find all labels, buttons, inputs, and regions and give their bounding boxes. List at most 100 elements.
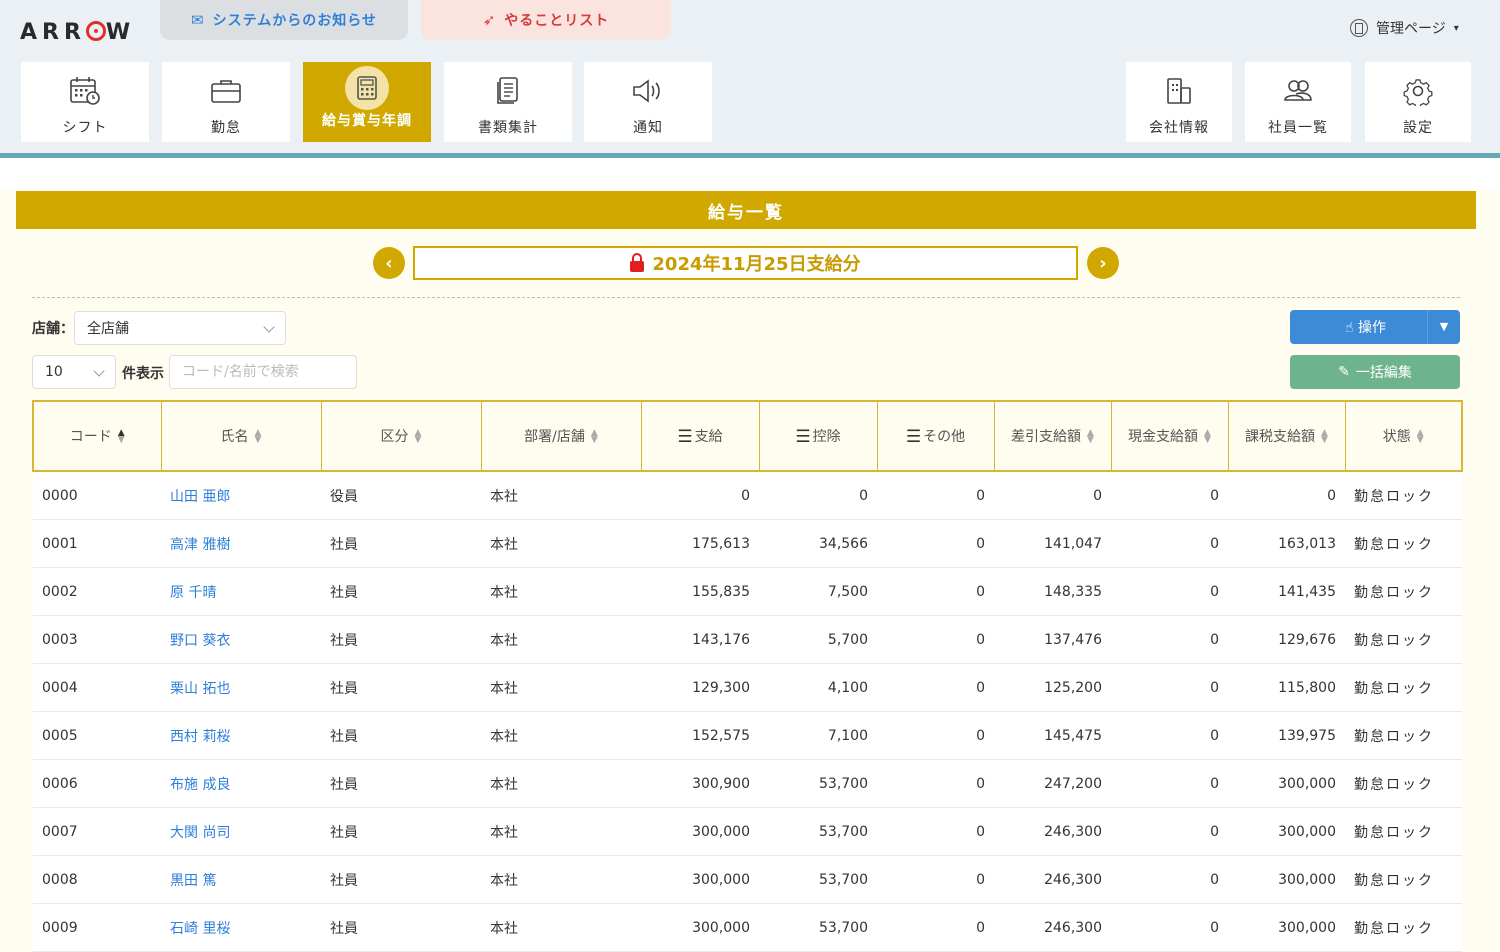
nav-payroll-label: 給与賞与年調 bbox=[322, 113, 412, 129]
cell-other: 0 bbox=[877, 711, 994, 760]
cell-code: 0009 bbox=[33, 903, 161, 952]
speaker-icon bbox=[631, 76, 665, 106]
operation-button[interactable]: ☝ 操作 ▼ bbox=[1290, 310, 1460, 344]
col-header-cash-pay[interactable]: 現金支給額 ▲ ▼ bbox=[1110, 400, 1229, 472]
nav-settings[interactable]: 設定 bbox=[1365, 62, 1471, 142]
admin-page-menu[interactable]: 管理ページ ▾ bbox=[1350, 16, 1459, 40]
col-header-category[interactable]: 区分 ▲ ▼ bbox=[320, 400, 482, 472]
cell-category: 役員 bbox=[321, 471, 481, 520]
cell-name[interactable]: 山田 亜郎 bbox=[161, 471, 321, 520]
table-row[interactable]: 0007 大関 尚司 社員 本社 300,000 53,700 0 246,300 0 300,0… bbox=[33, 807, 1462, 856]
payroll-table: コード ▲ ▼ 氏名 ▲ ▼ 区分 ▲ ▼ 部署/店舗 ▲ ▼ ☰ 支給 ☰ 控除 ☰ その他 差引支… bbox=[32, 400, 1463, 952]
sort-icon: ▲ ▼ bbox=[1416, 428, 1424, 445]
operation-button-main[interactable]: ☝ 操作 bbox=[1290, 317, 1427, 337]
cell-code: 0008 bbox=[33, 855, 161, 904]
table-row[interactable]: 0002 原 千晴 社員 本社 155,835 7,500 0 148,335 0 141,435… bbox=[33, 567, 1462, 616]
cell-payment: 129,300 bbox=[641, 663, 759, 712]
chevron-down-icon bbox=[93, 365, 105, 377]
cell-deduction: 4,100 bbox=[759, 663, 877, 712]
nav-attendance[interactable]: 勤怠 bbox=[162, 62, 290, 142]
col-header-payment[interactable]: ☰ 支給 bbox=[640, 400, 760, 472]
cell-payment: 300,000 bbox=[641, 903, 759, 952]
nav-documents[interactable]: 書類集計 bbox=[444, 62, 572, 142]
menu-icon: ☰ bbox=[905, 426, 922, 447]
cell-name[interactable]: 大関 尚司 bbox=[161, 807, 321, 856]
cell-code: 0002 bbox=[33, 567, 161, 616]
nav-employee-list[interactable]: 社員一覧 bbox=[1245, 62, 1351, 142]
sort-icon: ▲ ▼ bbox=[1087, 428, 1094, 445]
chevron-down-icon bbox=[263, 321, 275, 333]
cell-category: 社員 bbox=[321, 615, 481, 664]
page-length-select[interactable]: 10 bbox=[32, 355, 116, 389]
cell-payment: 152,575 bbox=[641, 711, 759, 760]
operation-button-label: 操作 bbox=[1357, 320, 1386, 336]
cell-name[interactable]: 黒田 篤 bbox=[161, 855, 321, 904]
cell-name[interactable]: 布施 成良 bbox=[161, 759, 321, 808]
arrow-logo[interactable]: ARR W bbox=[20, 14, 135, 52]
cell-code: 0004 bbox=[33, 663, 161, 712]
table-row[interactable]: 0004 栗山 拓也 社員 本社 129,300 4,100 0 125,200 0 115,80… bbox=[33, 663, 1462, 712]
col-header-code[interactable]: コード ▲ ▼ bbox=[32, 400, 162, 472]
cell-name[interactable]: 原 千晴 bbox=[161, 567, 321, 616]
search-input[interactable] bbox=[169, 355, 357, 389]
briefcase-icon bbox=[210, 76, 242, 106]
calculator-icon bbox=[345, 65, 389, 110]
table-row[interactable]: 0005 西村 莉桜 社員 本社 152,575 7,100 0 145,475 0 139,97… bbox=[33, 711, 1462, 760]
nav-documents-label: 書類集計 bbox=[478, 120, 538, 136]
nav-notification[interactable]: 通知 bbox=[584, 62, 712, 142]
store-filter-select[interactable]: 全店舗 bbox=[74, 311, 286, 345]
cell-cash-pay: 0 bbox=[1111, 759, 1228, 808]
col-header-other[interactable]: ☰ その他 bbox=[876, 400, 995, 472]
prev-period-button[interactable]: ‹ bbox=[373, 247, 405, 279]
col-header-deduction[interactable]: ☰ 控除 bbox=[758, 400, 878, 472]
col-header-taxable-pay[interactable]: 課税支給額 ▲ ▼ bbox=[1227, 400, 1346, 472]
table-row[interactable]: 0006 布施 成良 社員 本社 300,900 53,700 0 247,200 0 300,0… bbox=[33, 759, 1462, 808]
cell-cash-pay: 0 bbox=[1111, 807, 1228, 856]
table-row[interactable]: 0008 黒田 篤社員 本社 300,000 53,700 0 246,300 0 300,00… bbox=[33, 855, 1462, 904]
table-row[interactable]: 0001 高津 雅樹 社員 本社 175,613 34,566 0 141,047 0 163,0… bbox=[33, 519, 1462, 568]
table-row[interactable]: 0003 野口 葵衣 社員 本社 143,176 5,700 0 137,476 0 129,67… bbox=[33, 615, 1462, 664]
cell-code: 0000 bbox=[33, 471, 161, 520]
cell-payment: 300,000 bbox=[641, 807, 759, 856]
cell-payment: 0 bbox=[641, 471, 759, 520]
cell-name[interactable]: 栗山 拓也 bbox=[161, 663, 321, 712]
cell-name[interactable]: 石崎 里桜 bbox=[161, 903, 321, 952]
cell-name[interactable]: 高津 雅樹 bbox=[161, 519, 321, 568]
operation-dropdown-toggle[interactable]: ▼ bbox=[1427, 310, 1460, 344]
nav-shift[interactable]: シフト bbox=[21, 62, 149, 142]
cell-taxable-pay: 0 bbox=[1228, 471, 1345, 520]
cell-name[interactable]: 西村 莉桜 bbox=[161, 711, 321, 760]
pay-date-row: ‹ 2024年11月25日支給分 › bbox=[0, 246, 1500, 280]
cell-taxable-pay: 141,435 bbox=[1228, 567, 1345, 616]
cell-code: 0007 bbox=[33, 807, 161, 856]
admin-page-label: 管理ページ bbox=[1376, 21, 1446, 37]
col-header-net-pay-label: 差引支給額 bbox=[1011, 429, 1082, 445]
bulk-edit-button[interactable]: ✎ 一括編集 bbox=[1290, 355, 1460, 389]
cell-net-pay: 246,300 bbox=[994, 807, 1111, 856]
col-header-net-pay[interactable]: 差引支給額 ▲ ▼ bbox=[993, 400, 1112, 472]
document-icon bbox=[494, 76, 522, 106]
table-row[interactable]: 0000 山田 亜郎 役員 本社 0 0 0 0 0 0 勤怠ロック bbox=[33, 471, 1462, 520]
col-header-department[interactable]: 部署/店舗 ▲ ▼ bbox=[480, 400, 642, 472]
sort-asc-icon: ▲ ▼ bbox=[117, 428, 125, 445]
cell-name[interactable]: 野口 葵衣 bbox=[161, 615, 321, 664]
cell-deduction: 53,700 bbox=[759, 855, 877, 904]
target-icon bbox=[85, 21, 106, 41]
people-icon bbox=[1282, 76, 1314, 106]
next-period-button[interactable]: › bbox=[1087, 247, 1119, 279]
cell-net-pay: 246,300 bbox=[994, 855, 1111, 904]
cell-department: 本社 bbox=[481, 807, 641, 856]
system-notice-tab[interactable]: ✉ システムからのお知らせ bbox=[160, 0, 408, 40]
nav-payroll[interactable]: 給与賞与年調 bbox=[303, 62, 431, 142]
cell-taxable-pay: 139,975 bbox=[1228, 711, 1345, 760]
cell-deduction: 5,700 bbox=[759, 615, 877, 664]
todo-list-tab[interactable]: ➶ やることリスト bbox=[421, 0, 671, 40]
table-row[interactable]: 0009 石崎 里桜 社員 本社 300,000 53,700 0 246,300 0 300,0… bbox=[33, 903, 1462, 952]
col-header-taxable-pay-label: 課税支給額 bbox=[1245, 429, 1316, 445]
nav-company-info[interactable]: 会社情報 bbox=[1126, 62, 1232, 142]
col-header-status[interactable]: 状態 ▲ ▼ bbox=[1344, 400, 1463, 472]
col-header-code-label: コード bbox=[69, 429, 112, 445]
pointer-icon: ☝ bbox=[1345, 320, 1354, 336]
col-header-name[interactable]: 氏名 ▲ ▼ bbox=[160, 400, 322, 472]
cell-status: 勤怠ロック bbox=[1345, 759, 1462, 808]
